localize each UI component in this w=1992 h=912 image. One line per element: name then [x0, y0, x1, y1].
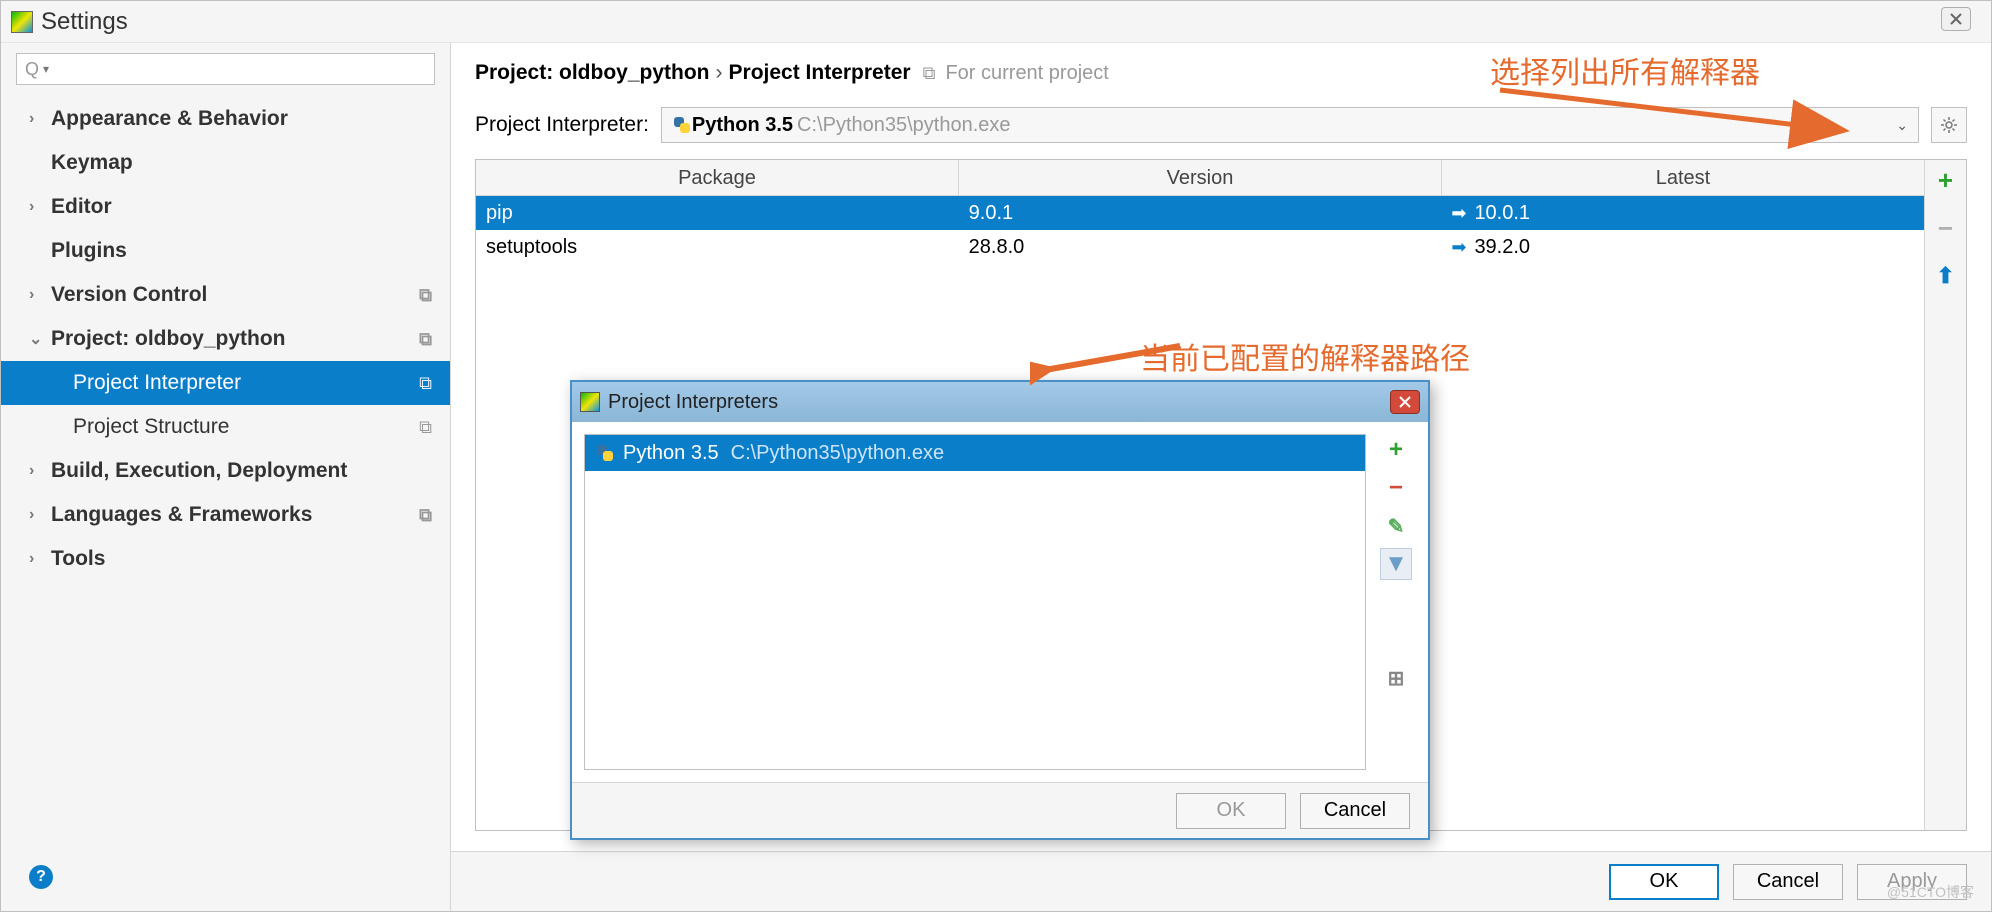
- interpreter-row: Project Interpreter: Python 3.5C:\Python…: [451, 99, 1991, 159]
- filter-button[interactable]: ▼: [1380, 548, 1412, 580]
- copy-icon: ⧉: [419, 373, 432, 394]
- tree-tools[interactable]: ›Tools: [1, 537, 450, 581]
- chevron-right-icon: ›: [29, 462, 51, 480]
- list-item[interactable]: Python 3.5 C:\Python35\python.exe: [585, 435, 1365, 471]
- dialog-close-button[interactable]: [1390, 390, 1420, 414]
- search-icon: Q: [25, 59, 39, 80]
- chevron-right-icon: ›: [29, 550, 51, 568]
- copy-icon: ⧉: [419, 285, 432, 306]
- col-package[interactable]: Package: [476, 160, 959, 195]
- interpreter-list[interactable]: Python 3.5 C:\Python35\python.exe: [584, 434, 1366, 770]
- tree-appearance[interactable]: ›Appearance & Behavior: [1, 97, 450, 141]
- help-button[interactable]: ?: [29, 865, 53, 889]
- cancel-button[interactable]: Cancel: [1733, 864, 1843, 900]
- chevron-down-icon: ▾: [43, 62, 49, 76]
- dialog-ok-button[interactable]: OK: [1176, 793, 1286, 829]
- remove-interpreter-button[interactable]: −: [1380, 472, 1412, 504]
- copy-icon: ⧉: [923, 63, 936, 84]
- col-version[interactable]: Version: [959, 160, 1442, 195]
- breadcrumb: Project: oldboy_python › Project Interpr…: [451, 43, 1991, 99]
- dialog-cancel-button[interactable]: Cancel: [1300, 793, 1410, 829]
- tree-languages[interactable]: ›Languages & Frameworks⧉: [1, 493, 450, 537]
- dialog-bottom-bar: OK Cancel: [572, 782, 1428, 838]
- bottom-bar: OK Cancel Apply: [451, 851, 1991, 911]
- settings-tree: ›Appearance & Behavior Keymap ›Editor Pl…: [1, 97, 450, 865]
- interpreter-dropdown[interactable]: Python 3.5C:\Python35\python.exe ⌄: [661, 107, 1919, 143]
- sidebar: Q ▾ ›Appearance & Behavior Keymap ›Edito…: [1, 43, 451, 911]
- add-interpreter-button[interactable]: +: [1380, 434, 1412, 466]
- chevron-right-icon: ›: [29, 110, 51, 128]
- watermark: @51CTO博客: [1887, 882, 1974, 902]
- edit-interpreter-button[interactable]: ✎: [1380, 510, 1412, 542]
- upgrade-package-button[interactable]: ⬆: [1930, 260, 1962, 292]
- close-icon: [1399, 396, 1411, 408]
- package-header: Package Version Latest: [476, 160, 1924, 196]
- pycharm-icon: [580, 392, 600, 412]
- chevron-right-icon: ›: [29, 286, 51, 304]
- window-close-button[interactable]: [1941, 7, 1971, 31]
- table-row[interactable]: setuptools 28.8.0 ➡39.2.0: [476, 230, 1924, 264]
- gear-icon: [1939, 115, 1959, 135]
- tree-build[interactable]: ›Build, Execution, Deployment: [1, 449, 450, 493]
- tree-project-interpreter[interactable]: Project Interpreter⧉: [1, 361, 450, 405]
- chevron-down-icon: ⌄: [29, 329, 51, 349]
- dialog-titlebar: Project Interpreters: [572, 382, 1428, 422]
- project-interpreters-dialog: Project Interpreters Python 3.5 C:\Pytho…: [570, 380, 1430, 840]
- pycharm-icon: [11, 11, 33, 33]
- dialog-side-toolbar: + − ✎ ▼ ⊞: [1376, 434, 1416, 770]
- search-input[interactable]: Q ▾: [16, 53, 435, 85]
- package-side-toolbar: + − ⬆: [1924, 160, 1966, 830]
- dialog-body: Python 3.5 C:\Python35\python.exe + − ✎ …: [572, 422, 1428, 782]
- chevron-right-icon: ›: [29, 506, 51, 524]
- python-icon: [595, 443, 615, 463]
- python-icon: [672, 115, 692, 135]
- tree-keymap[interactable]: Keymap: [1, 141, 450, 185]
- copy-icon: ⧉: [419, 329, 432, 350]
- tree-project[interactable]: ⌄Project: oldboy_python⧉: [1, 317, 450, 361]
- remove-package-button[interactable]: −: [1930, 212, 1962, 244]
- titlebar: Settings: [1, 1, 1991, 43]
- chevron-down-icon: ⌄: [1896, 117, 1908, 134]
- close-icon: [1949, 12, 1963, 26]
- ok-button[interactable]: OK: [1609, 864, 1719, 900]
- copy-icon: ⧉: [419, 417, 432, 438]
- interpreter-label: Project Interpreter:: [475, 113, 649, 137]
- copy-icon: ⧉: [419, 505, 432, 526]
- col-latest[interactable]: Latest: [1442, 160, 1924, 195]
- tree-plugins[interactable]: Plugins: [1, 229, 450, 273]
- tree-version-control[interactable]: ›Version Control⧉: [1, 273, 450, 317]
- tree-editor[interactable]: ›Editor: [1, 185, 450, 229]
- add-package-button[interactable]: +: [1930, 164, 1962, 196]
- chevron-right-icon: ›: [29, 198, 51, 216]
- paths-button[interactable]: ⊞: [1380, 586, 1412, 770]
- gear-button[interactable]: [1931, 107, 1967, 143]
- table-row[interactable]: pip 9.0.1 ➡10.0.1: [476, 196, 1924, 230]
- upgrade-icon: ➡: [1451, 230, 1466, 264]
- tree-project-structure[interactable]: Project Structure⧉: [1, 405, 450, 449]
- upgrade-icon: ➡: [1451, 196, 1466, 230]
- window-title: Settings: [41, 8, 128, 36]
